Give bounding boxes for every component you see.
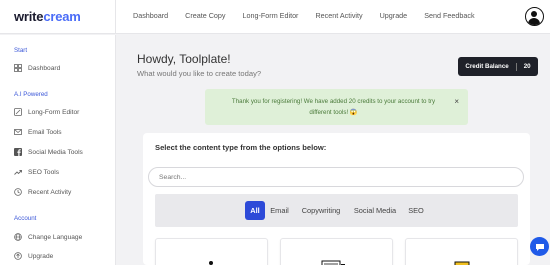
sidebar-item-dashboard[interactable]: Dashboard [14,64,60,72]
nav-long-form-editor[interactable]: Long-Form Editor [243,11,299,20]
tab-email[interactable]: Email [268,201,291,220]
tool-icon [454,261,470,265]
top-navbar: writecream Dashboard Create Copy Long-Fo… [0,0,550,34]
sidebar-section-ai-powered: A.I Powered [14,91,48,98]
tool-icon [321,260,345,265]
close-icon[interactable]: × [454,96,459,107]
nav-create-copy[interactable]: Create Copy [185,11,225,20]
trending-icon [14,170,22,175]
edit-icon [14,108,22,116]
facebook-icon [14,148,22,156]
credit-balance-badge[interactable]: Credit Balance 20 [458,57,538,76]
sidebar-item-change-language[interactable]: Change Language [14,233,82,241]
email-icon [14,129,22,135]
globe-icon [14,233,22,241]
credit-balance-value: 20 [523,63,531,70]
nav-send-feedback[interactable]: Send Feedback [424,11,474,20]
page-title: Howdy, Toolplate! [137,52,231,66]
tool-tile[interactable] [405,238,518,265]
search-input[interactable] [148,167,524,187]
dashboard-icon [14,64,22,72]
sidebar-item-long-form-editor[interactable]: Long-Form Editor [14,108,79,116]
nav-upgrade[interactable]: Upgrade [380,11,408,20]
registration-alert: Thank you for registering! We have added… [205,89,468,125]
sidebar-section-start: Start [14,47,28,54]
tab-social-media[interactable]: Social Media [351,201,399,220]
navbar-divider [115,0,116,34]
chat-support-button[interactable] [530,237,549,256]
sidebar-item-social-media-tools[interactable]: Social Media Tools [14,148,83,156]
sidebar: Start Dashboard A.I Powered Long-Form Ed… [0,35,116,265]
writecream-logo[interactable]: writecream [14,9,81,24]
clock-icon [14,188,22,196]
sidebar-item-recent-activity[interactable]: Recent Activity [14,188,71,196]
chat-icon [535,243,544,251]
content-type-heading: Select the content type from the options… [155,143,327,152]
sidebar-item-seo-tools[interactable]: SEO Tools [14,168,59,176]
credit-balance-label: Credit Balance [465,63,509,70]
tab-copywriting[interactable]: Copywriting [298,201,344,220]
alert-message: Thank you for registering! We have added… [231,98,436,116]
top-nav-menu: Dashboard Create Copy Long-Form Editor R… [133,11,492,20]
tool-icon [209,261,213,265]
sidebar-section-account: Account [14,215,37,222]
page-subtitle: What would you like to create today? [137,69,262,78]
tab-all[interactable]: All [245,201,265,220]
sidebar-item-upgrade[interactable]: Upgrade [14,252,53,260]
nav-recent-activity[interactable]: Recent Activity [315,11,362,20]
sidebar-item-email-tools[interactable]: Email Tools [14,128,62,136]
upgrade-icon [14,252,22,260]
tool-tile[interactable] [280,238,393,265]
user-avatar-icon[interactable] [525,7,544,26]
tab-seo[interactable]: SEO [405,201,427,220]
tool-tile[interactable] [155,238,268,265]
credit-divider [515,62,517,71]
nav-dashboard[interactable]: Dashboard [133,11,168,20]
